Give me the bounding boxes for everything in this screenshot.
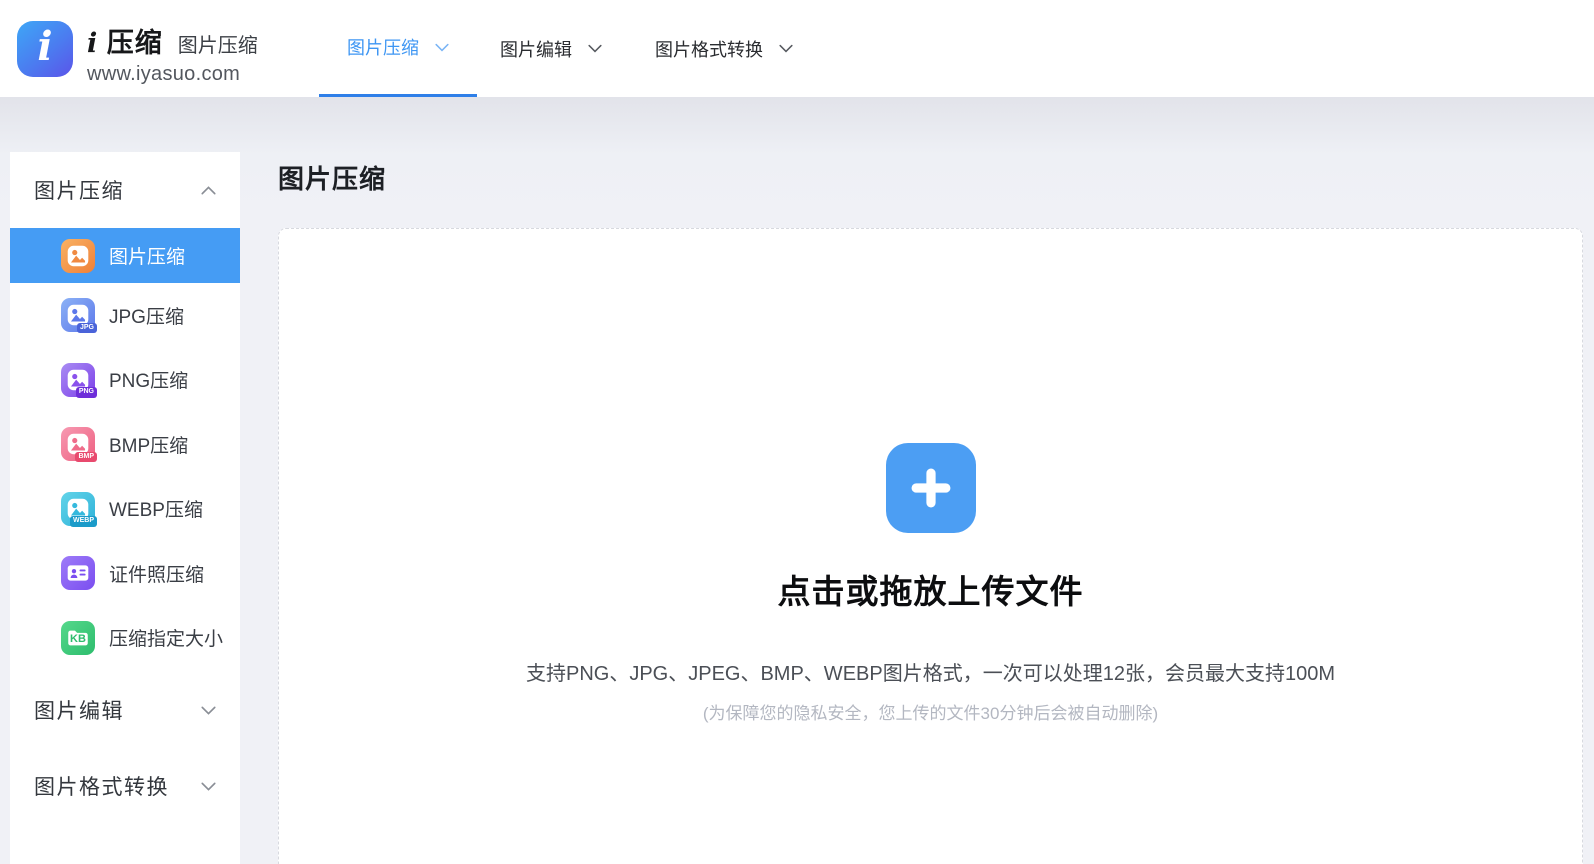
chevron-down-icon bbox=[435, 43, 449, 52]
sidebar-section-image-compress[interactable]: 图片压缩 bbox=[10, 152, 240, 228]
sidebar-item-jpg-compress[interactable]: JPG JPG压缩 bbox=[10, 283, 240, 348]
sidebar-item-label: JPG压缩 bbox=[109, 302, 184, 329]
folder-icon: KB bbox=[61, 621, 95, 655]
chevron-up-icon bbox=[201, 186, 216, 195]
image-icon: PNG bbox=[61, 363, 95, 397]
site-domain: www.iyasuo.com bbox=[87, 63, 258, 86]
sidebar-item-png-compress[interactable]: PNG PNG压缩 bbox=[10, 348, 240, 413]
nav-tab-label: 图片格式转换 bbox=[655, 36, 763, 62]
sidebar-section-format-convert[interactable]: 图片格式转换 bbox=[10, 750, 240, 822]
nav-tab-image-edit[interactable]: 图片编辑 bbox=[472, 0, 630, 97]
logo-text: i 压缩 图片压缩 www.iyasuo.com bbox=[87, 21, 258, 86]
sidebar: 图片压缩 图片压缩 JPG JPG压缩 bbox=[10, 152, 240, 864]
sidebar-item-bmp-compress[interactable]: BMP BMP压缩 bbox=[10, 412, 240, 477]
upload-support-text: 支持PNG、JPG、JPEG、BMP、WEBP图片格式，一次可以处理12张，会员… bbox=[279, 657, 1582, 686]
sidebar-item-webp-compress[interactable]: WEBP WEBP压缩 bbox=[10, 477, 240, 542]
plus-icon bbox=[904, 461, 958, 515]
upload-privacy-note: (为保障您的隐私安全，您上传的文件30分钟后会被自动删除) bbox=[279, 699, 1582, 724]
format-badge: PNG bbox=[76, 387, 97, 397]
chevron-down-icon bbox=[201, 782, 216, 791]
sidebar-item-compress-to-size[interactable]: KB 压缩指定大小 bbox=[10, 606, 240, 671]
upload-plus-button[interactable] bbox=[886, 443, 976, 533]
sidebar-item-image-compress[interactable]: 图片压缩 bbox=[10, 228, 240, 283]
sidebar-item-label: 证件照压缩 bbox=[109, 560, 204, 587]
sidebar-section-label: 图片格式转换 bbox=[34, 771, 169, 801]
sidebar-item-label: 图片压缩 bbox=[109, 242, 185, 269]
nav-tab-label: 图片压缩 bbox=[347, 34, 419, 60]
nav-tab-label: 图片编辑 bbox=[500, 36, 572, 62]
chevron-down-icon bbox=[201, 706, 216, 715]
chevron-down-icon bbox=[588, 44, 602, 53]
image-icon: WEBP bbox=[61, 492, 95, 526]
sidebar-item-label: BMP压缩 bbox=[109, 431, 188, 458]
upload-heading: 点击或拖放上传文件 bbox=[279, 565, 1582, 613]
content-area: 图片压缩 图片压缩 JPG JPG压缩 bbox=[0, 97, 1594, 864]
sidebar-section-label: 图片压缩 bbox=[34, 175, 124, 205]
image-icon: JPG bbox=[61, 298, 95, 332]
sidebar-item-id-photo-compress[interactable]: 证件照压缩 bbox=[10, 541, 240, 606]
brand-title: i 压缩 bbox=[87, 21, 163, 60]
image-icon: BMP bbox=[61, 427, 95, 461]
format-badge: WEBP bbox=[70, 516, 97, 526]
format-badge: BMP bbox=[75, 452, 97, 462]
brand-tagline: 图片压缩 bbox=[178, 29, 258, 58]
header: i i 压缩 图片压缩 www.iyasuo.com 图片压缩 图片编辑 图 bbox=[0, 0, 1594, 97]
nav-tab-image-compress[interactable]: 图片压缩 bbox=[319, 0, 477, 97]
kb-label: KB bbox=[61, 633, 95, 645]
logo-icon: i bbox=[17, 21, 73, 77]
format-badge: JPG bbox=[77, 323, 97, 333]
sidebar-item-label: WEBP压缩 bbox=[109, 495, 203, 522]
site-logo[interactable]: i i 压缩 图片压缩 www.iyasuo.com bbox=[17, 21, 258, 86]
sidebar-item-label: 压缩指定大小 bbox=[109, 624, 223, 651]
sidebar-section-image-edit[interactable]: 图片编辑 bbox=[10, 670, 240, 750]
nav-tab-format-convert[interactable]: 图片格式转换 bbox=[627, 0, 821, 97]
sidebar-section-label: 图片编辑 bbox=[34, 695, 124, 725]
upload-dropzone[interactable]: 点击或拖放上传文件 支持PNG、JPG、JPEG、BMP、WEBP图片格式，一次… bbox=[278, 228, 1583, 864]
chevron-down-icon bbox=[779, 44, 793, 53]
logo-letter: i bbox=[37, 27, 52, 67]
page: i i 压缩 图片压缩 www.iyasuo.com 图片压缩 图片编辑 图 bbox=[0, 0, 1594, 864]
image-icon bbox=[61, 239, 95, 273]
sidebar-item-label: PNG压缩 bbox=[109, 366, 188, 393]
page-title: 图片压缩 bbox=[278, 159, 386, 196]
id-card-icon bbox=[61, 556, 95, 590]
